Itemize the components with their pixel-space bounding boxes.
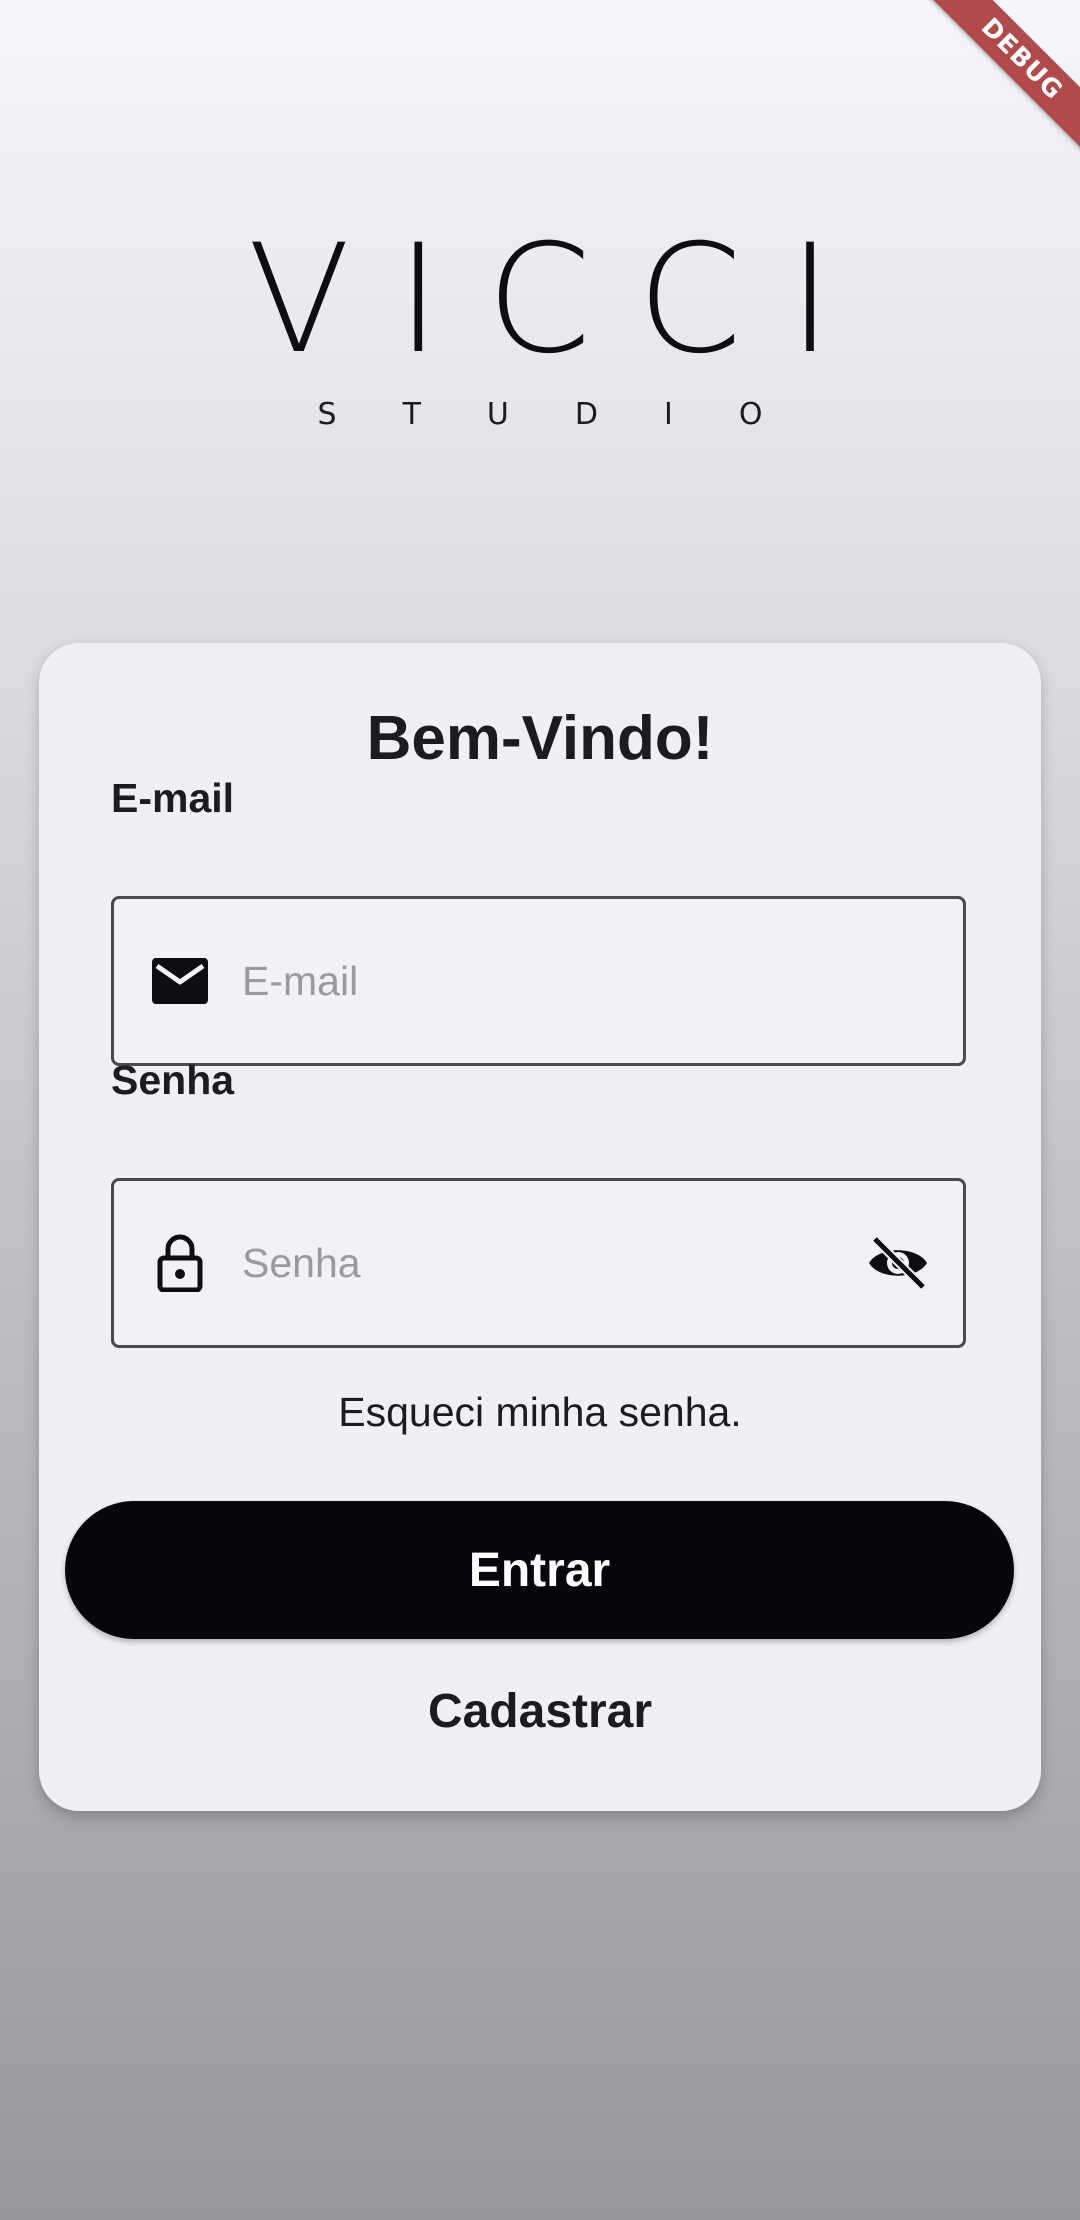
login-card: Bem-Vindo! E-mail Senha xyxy=(39,643,1041,1811)
email-input[interactable] xyxy=(242,957,963,1005)
logo-wordmark: VICCI xyxy=(247,213,879,387)
visibility-off-icon[interactable] xyxy=(863,1228,933,1298)
login-title: Bem-Vindo! xyxy=(366,704,714,773)
register-button[interactable]: Cadastrar xyxy=(39,1683,1041,1740)
login-button[interactable]: Entrar xyxy=(65,1501,1014,1639)
password-field[interactable] xyxy=(111,1178,966,1348)
debug-banner-label: DEBUG xyxy=(922,0,1080,159)
password-label: Senha xyxy=(111,1057,235,1103)
debug-banner: DEBUG xyxy=(880,0,1080,200)
brand-logo: VICCI STUDIO xyxy=(0,213,1080,432)
password-input[interactable] xyxy=(242,1239,863,1287)
forgot-password-link[interactable]: Esqueci minha senha. xyxy=(39,1389,1041,1436)
logo-subtitle: STUDIO xyxy=(317,397,829,432)
email-label: E-mail xyxy=(111,775,235,821)
email-field[interactable] xyxy=(111,896,966,1066)
mail-icon xyxy=(148,949,212,1013)
lock-icon xyxy=(148,1231,212,1295)
